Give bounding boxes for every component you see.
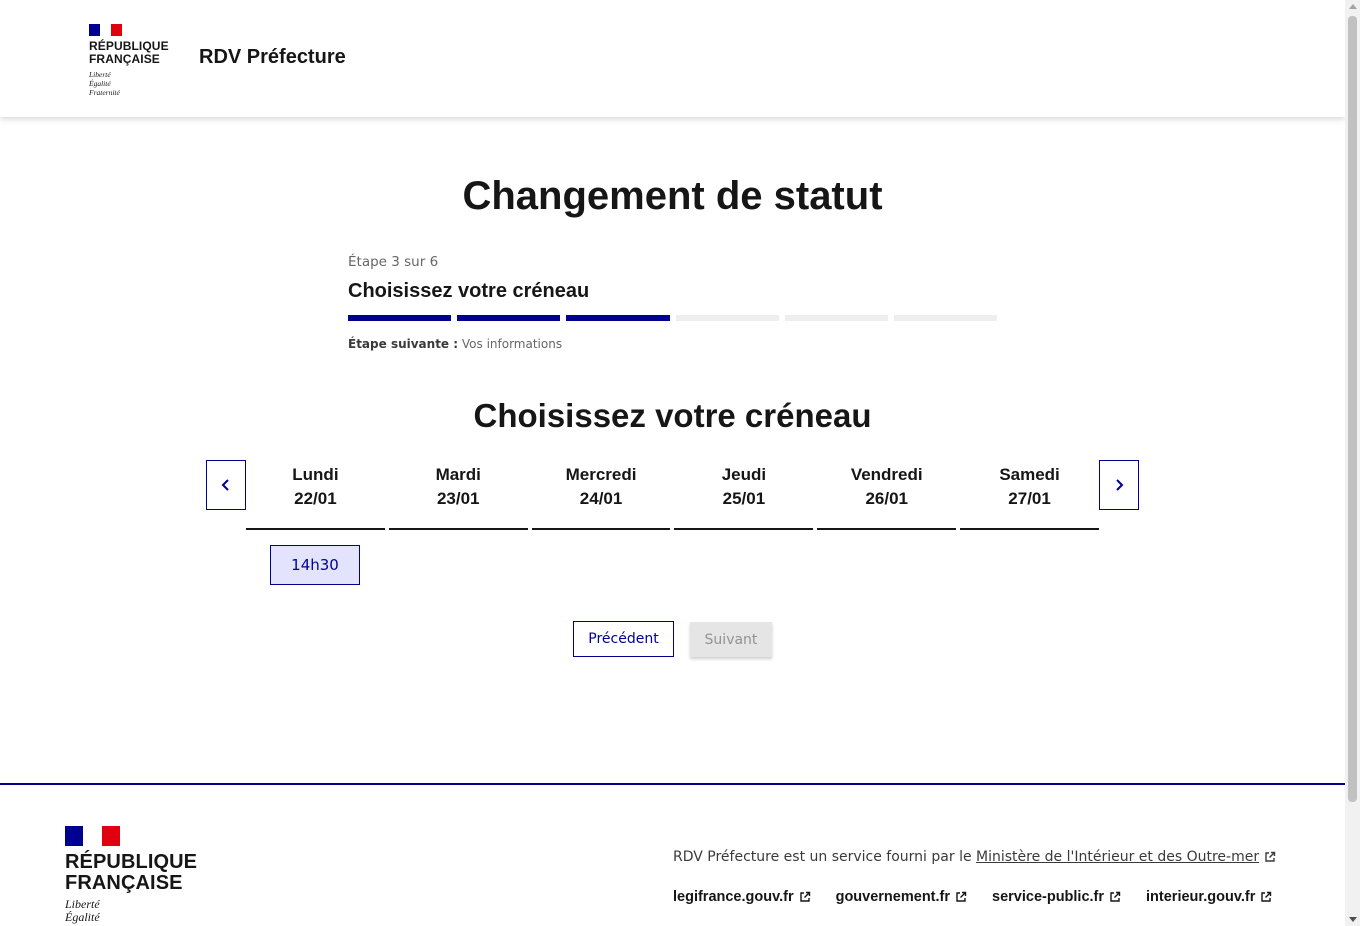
next-week-button[interactable]	[1099, 460, 1139, 510]
stepper-segment	[457, 315, 561, 321]
devise: Liberté Égalité Fraternité	[89, 70, 120, 97]
section-title: Choisissez votre créneau	[473, 397, 872, 434]
next-button[interactable]: Suivant	[690, 622, 772, 657]
service-title[interactable]: RDV Préfecture	[199, 46, 346, 69]
day-column[interactable]: Samedi 27/01	[960, 460, 1099, 530]
scroll-up-arrow-icon[interactable]	[1349, 4, 1357, 9]
stepper-state: Étape 3 sur 6	[348, 254, 439, 270]
stepper-next-label: Étape suivante :	[348, 337, 459, 351]
stepper-segment	[893, 315, 998, 321]
day-date: 25/01	[722, 489, 766, 508]
footer-links: legifrance.gouv.fr gouvernement.fr servi…	[673, 889, 1272, 905]
day-columns: Lundi 22/01 Mardi 23/01 Mercredi 24/01 Jeud…	[246, 460, 1099, 530]
footer-link-interieur[interactable]: interieur.gouv.fr	[1146, 889, 1272, 905]
day-name: Lundi	[292, 465, 339, 484]
external-link-icon	[799, 891, 810, 902]
page: RÉPUBLIQUE FRANÇAISE Liberté Égalité Fra…	[0, 0, 1345, 926]
stepper-current-title: Choisissez votre créneau	[348, 280, 590, 302]
french-flag-icon	[89, 24, 122, 36]
stepper-segment	[675, 315, 779, 321]
chevron-right-icon	[1116, 479, 1124, 491]
external-link-icon	[1265, 851, 1276, 862]
external-link-icon	[1261, 891, 1272, 902]
scrollbar-thumb[interactable]	[1348, 16, 1357, 802]
stepper-progress-bar	[348, 315, 998, 321]
previous-week-button[interactable]	[206, 460, 246, 510]
footer-link-gouvernement[interactable]: gouvernement.fr	[836, 889, 967, 905]
stepper-segment	[348, 315, 452, 321]
day-name: Samedi	[999, 465, 1060, 484]
header-logo[interactable]: RÉPUBLIQUE FRANÇAISE Liberté Égalité Fra…	[89, 24, 179, 97]
french-flag-icon	[65, 826, 120, 846]
devise: Liberté Égalité	[65, 897, 100, 924]
external-link-icon	[956, 891, 967, 902]
day-column[interactable]: Lundi 22/01	[246, 460, 385, 530]
day-column[interactable]: Mardi 23/01	[388, 460, 528, 530]
footer-link-service-public[interactable]: service-public.fr	[992, 889, 1121, 905]
stepper-segment	[784, 315, 888, 321]
previous-button[interactable]: Précédent	[573, 621, 674, 657]
external-link-icon	[1110, 891, 1121, 902]
day-date: 26/01	[865, 489, 908, 508]
republique-francaise-logo-text: RÉPUBLIQUE FRANÇAISE	[89, 39, 169, 66]
time-slot-button[interactable]: 14h30	[270, 545, 360, 585]
day-name: Mardi	[435, 465, 481, 484]
stepper-next-value: Vos informations	[461, 337, 563, 351]
chevron-left-icon	[221, 479, 229, 491]
site-footer: RÉPUBLIQUE FRANÇAISE Liberté Égalité RDV…	[0, 783, 1345, 926]
site-header: RÉPUBLIQUE FRANÇAISE Liberté Égalité Fra…	[0, 0, 1345, 117]
republique-francaise-logo-text: RÉPUBLIQUE FRANÇAISE	[65, 851, 198, 894]
day-column[interactable]: Mercredi 24/01	[531, 460, 671, 530]
day-column[interactable]: Vendredi 26/01	[817, 460, 957, 530]
page-title: Changement de statut	[462, 174, 883, 218]
day-date: 22/01	[294, 489, 337, 508]
day-name: Mercredi	[565, 465, 637, 484]
scroll-down-arrow-icon[interactable]	[1349, 917, 1357, 922]
day-date: 24/01	[579, 489, 623, 508]
stepper-next-step: Étape suivante : Vos informations	[348, 337, 998, 351]
day-name: Jeudi	[721, 465, 767, 484]
stepper-segment	[566, 315, 670, 321]
ministry-link[interactable]: Ministère de l'Intérieur et des Outre-me…	[976, 849, 1276, 865]
day-column[interactable]: Jeudi 25/01	[674, 460, 814, 530]
day-date: 23/01	[436, 489, 480, 508]
footer-description: RDV Préfecture est un service fourni par…	[673, 849, 1276, 865]
vertical-scrollbar[interactable]	[1345, 0, 1360, 926]
footer-logo[interactable]: RÉPUBLIQUE FRANÇAISE Liberté Égalité	[65, 826, 245, 924]
footer-description-text: RDV Préfecture est un service fourni par…	[673, 849, 972, 865]
stepper: Étape 3 sur 6 Choisissez votre créneau É…	[348, 254, 998, 351]
day-date: 27/01	[1008, 489, 1051, 508]
footer-link-legifrance[interactable]: legifrance.gouv.fr	[673, 889, 811, 905]
day-name: Vendredi	[850, 465, 923, 484]
